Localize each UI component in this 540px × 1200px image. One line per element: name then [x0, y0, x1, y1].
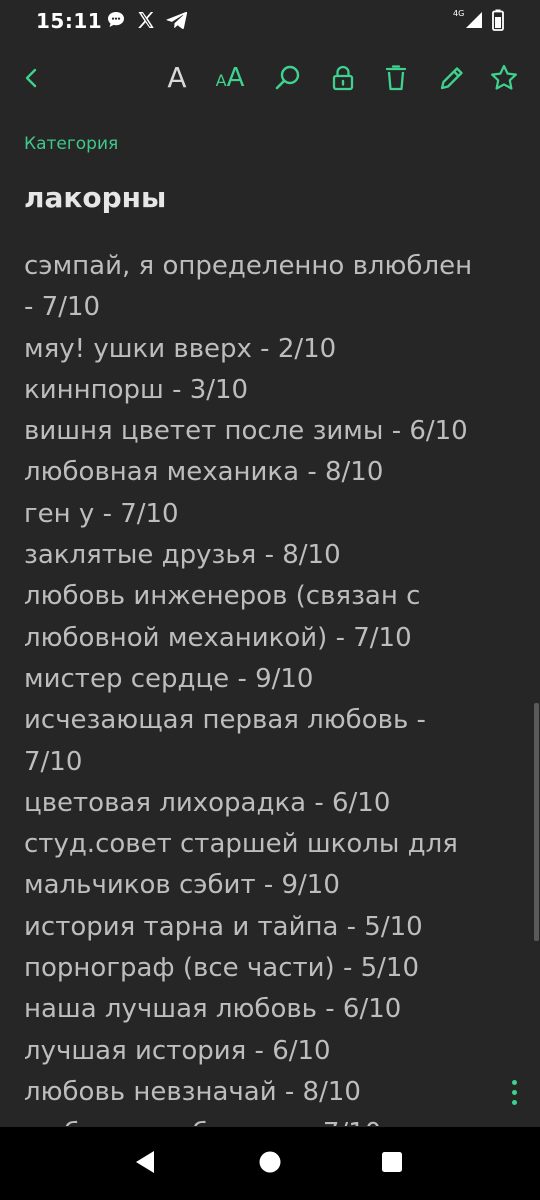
- favorite-button[interactable]: [482, 50, 526, 106]
- chat-bubble-icon: [106, 10, 126, 30]
- note-line: вишня цветет после зимы - 6/10: [24, 416, 468, 447]
- note-line: наша лучшая любовь - 6/10: [24, 994, 402, 1025]
- note-line: любовная механика - 8/10: [24, 457, 384, 488]
- font-icon: A: [167, 61, 187, 94]
- recents-square-icon: [380, 1150, 404, 1178]
- battery-icon: [492, 9, 504, 31]
- note-line: любовь инженеров (связан с: [24, 581, 421, 612]
- status-left-icons: [106, 10, 188, 30]
- note-line: - 7/10: [24, 292, 101, 323]
- more-options-button[interactable]: [500, 1072, 528, 1112]
- note-line: любовь невзначай - 8/10: [24, 1076, 361, 1107]
- back-button[interactable]: [10, 50, 54, 106]
- note-line: исчезающая первая любовь -: [24, 705, 426, 736]
- font-size-button[interactable]: AA: [208, 50, 252, 106]
- font-button[interactable]: A: [155, 50, 199, 106]
- note-body[interactable]: сэмпай, я определенно влюблен - 7/10 мяу! …: [24, 246, 514, 1126]
- note-line: история тарна и тайпа - 5/10: [24, 911, 423, 942]
- star-icon: [489, 63, 519, 93]
- more-dot: [511, 1099, 517, 1105]
- chevron-left-icon: [20, 66, 44, 90]
- note-category[interactable]: Категория: [24, 134, 118, 154]
- scrollbar-thumb[interactable]: [534, 703, 539, 941]
- navigation-bar: [0, 1127, 540, 1200]
- note-line: 7/10: [24, 746, 83, 777]
- note-line: я обещал тебе луну - 7/10: [24, 1113, 514, 1126]
- note-line: ген у - 7/10: [24, 498, 179, 529]
- signal-icon: [464, 10, 484, 30]
- telegram-icon: [166, 10, 188, 30]
- edit-button[interactable]: [430, 50, 474, 106]
- note-line: мяу! ушки вверх - 2/10: [24, 333, 337, 364]
- back-triangle-icon: [133, 1149, 157, 1179]
- note-line: заклятые друзья - 8/10: [24, 540, 341, 571]
- x-logo-icon: [136, 10, 156, 30]
- note-line: порнограф (все части) - 5/10: [24, 953, 420, 984]
- note-title: лакорны: [24, 181, 167, 214]
- note-line: лучшая история - 6/10: [24, 1035, 331, 1066]
- network-type-label: 4G: [453, 9, 465, 18]
- note-line: сэмпай, я определенно влюблен: [24, 251, 473, 281]
- delete-button[interactable]: [374, 50, 418, 106]
- font-size-icon: AA: [215, 63, 245, 93]
- note-line: мальчиков сэбит - 9/10: [24, 870, 340, 901]
- search-button[interactable]: [266, 50, 310, 106]
- more-dot: [511, 1079, 517, 1085]
- toolbar: A AA: [0, 50, 540, 106]
- nav-home-button[interactable]: [240, 1127, 300, 1200]
- search-icon: [273, 63, 303, 93]
- note-line: киннпорш - 3/10: [24, 374, 249, 405]
- lock-icon: [330, 64, 356, 92]
- more-dot: [511, 1089, 517, 1095]
- note-line: студ.совет старшей школы для: [24, 829, 458, 860]
- status-time: 15:11: [36, 9, 103, 33]
- nav-back-button[interactable]: [115, 1127, 175, 1200]
- status-bar: 15:11 4G: [0, 0, 540, 44]
- note-line: цветовая лихорадка - 6/10: [24, 787, 391, 818]
- note-line: мистер сердце - 9/10: [24, 663, 314, 694]
- home-circle-icon: [258, 1150, 282, 1178]
- trash-icon: [384, 64, 408, 92]
- edit-icon: [438, 64, 466, 92]
- lock-button[interactable]: [321, 50, 365, 106]
- nav-recents-button[interactable]: [362, 1127, 422, 1200]
- note-line: любовной механикой) - 7/10: [24, 622, 412, 653]
- status-right-icons: [464, 9, 504, 31]
